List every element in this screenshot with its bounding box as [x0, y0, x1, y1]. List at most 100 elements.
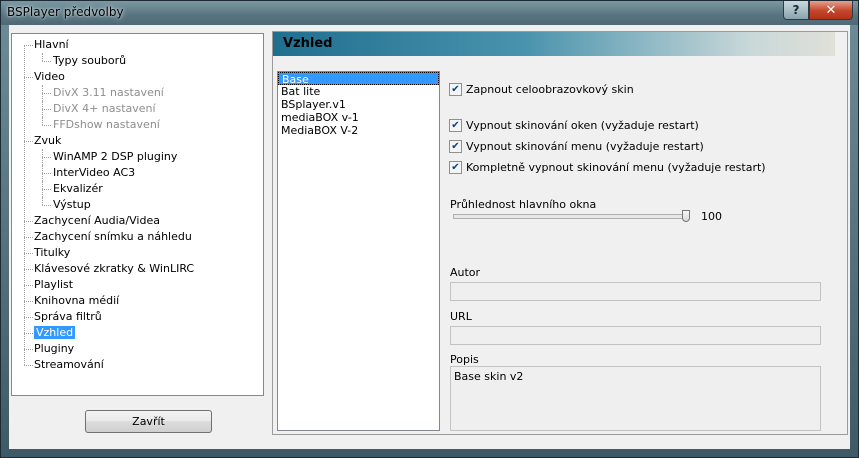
tree-connector-line: [42, 101, 43, 117]
tree-item-label: Titulky: [34, 246, 71, 259]
transparency-slider-track[interactable]: [453, 214, 688, 219]
tree-item[interactable]: Knihovna médií: [34, 293, 119, 309]
tree-item[interactable]: Hlavní: [34, 37, 69, 53]
tree-item[interactable]: WinAMP 2 DSP pluginy: [53, 149, 177, 165]
tree-item-label: DivX 3.11 nastavení: [53, 86, 164, 99]
tree-item[interactable]: Výstup: [53, 197, 91, 213]
skin-list[interactable]: Base Bat lite BSplayer.v1 mediaBOX v-1 Media…: [277, 71, 440, 431]
help-button[interactable]: ?: [783, 1, 809, 20]
skin-list-item[interactable]: MediaBOX V-2: [278, 124, 439, 137]
tree-item[interactable]: DivX 3.11 nastavení: [53, 85, 164, 101]
tree-connector-line: [42, 53, 43, 61]
tree-item-label: Zvuk: [34, 134, 62, 147]
skin-list-item[interactable]: Base: [278, 72, 439, 86]
tree-item-label: Zachycení Audia/Videa: [34, 214, 160, 227]
checkbox-check-icon: ✔: [449, 82, 462, 96]
skin-list-item[interactable]: BSplayer.v1: [278, 98, 439, 111]
disable-menu-full-checkbox[interactable]: ✔ Kompletně vypnout skinování menu (vyža…: [449, 159, 766, 175]
section-title: Vzhled: [273, 32, 835, 56]
tree-item-label: Klávesové zkratky & WinLIRC: [34, 262, 195, 275]
close-icon: ✕: [825, 2, 837, 18]
author-field: [450, 282, 821, 301]
tree-item-label: Playlist: [34, 278, 74, 291]
tree-item[interactable]: Video: [34, 69, 65, 85]
tree-item[interactable]: Správa filtrů: [34, 309, 102, 325]
tree-item-label: Video: [34, 70, 65, 83]
window-title: BSPlayer předvolby: [7, 5, 124, 19]
tree-item[interactable]: DivX 4+ nastavení: [53, 101, 156, 117]
tree-item[interactable]: FFDshow nastavení: [53, 117, 160, 133]
tree-connector-line: [24, 349, 33, 350]
url-field: [450, 326, 821, 345]
tree-connector-line: [24, 221, 33, 222]
tree-connector-line: [42, 149, 43, 165]
tree-item[interactable]: Typy souborů: [53, 53, 126, 69]
tree-item[interactable]: Vzhled: [34, 325, 76, 341]
description-memo: Base skin v2: [450, 366, 821, 431]
tree-item[interactable]: Zachycení Audia/Videa: [34, 213, 160, 229]
tree-item-label: InterVideo AC3: [53, 166, 136, 179]
tree-item[interactable]: Pluginy: [34, 341, 74, 357]
tree-connector-line: [24, 141, 33, 142]
tree-item[interactable]: Titulky: [34, 245, 70, 261]
dialog-client: Hlavní Typy souborů Video DivX 3.11 nastave…: [9, 25, 850, 449]
tree-connector-line: [24, 285, 33, 286]
tree-item-label: Hlavní: [34, 38, 69, 51]
tree-item-label: WinAMP 2 DSP pluginy: [53, 150, 178, 163]
settings-tree[interactable]: Hlavní Typy souborů Video DivX 3.11 nastave…: [11, 33, 264, 396]
tree-connector-line: [42, 125, 51, 126]
tree-connector-line: [42, 117, 43, 125]
tree-item[interactable]: Streamování: [34, 357, 104, 373]
tree-item[interactable]: Klávesové zkratky & WinLIRC: [34, 261, 194, 277]
tree-item-label: Výstup: [53, 198, 91, 211]
tree-item-label: Pluginy: [34, 342, 75, 355]
preferences-window: BSPlayer předvolby ? ✕ Hlavní Typy soubor…: [0, 0, 859, 458]
disable-menu-skin-checkbox[interactable]: ✔ Vypnout skinování menu (vyžaduje resta…: [449, 138, 704, 154]
tree-connector-line: [42, 189, 51, 190]
close-button[interactable]: Zavřít: [85, 410, 212, 433]
title-bar[interactable]: BSPlayer předvolby ? ✕: [1, 1, 858, 25]
url-label: URL: [450, 310, 472, 323]
tree-connector-line: [42, 165, 43, 181]
tree-item-label: Zachycení snímku a náhledu: [34, 230, 192, 243]
tree-item[interactable]: Zachycení snímku a náhledu: [34, 229, 192, 245]
tree-item-label: Vzhled: [34, 326, 76, 339]
tree-connector-line: [24, 365, 33, 366]
tree-connector-line: [42, 109, 51, 110]
transparency-slider-thumb[interactable]: [682, 210, 690, 222]
author-label: Autor: [450, 266, 481, 279]
fullscreen-skin-checkbox[interactable]: ✔ Zapnout celoobrazovkový skin: [449, 81, 634, 97]
tree-item[interactable]: InterVideo AC3: [53, 165, 135, 181]
checkbox-check-icon: ✔: [449, 118, 462, 132]
checkbox-label: Kompletně vypnout skinování menu (vyžadu…: [466, 160, 766, 174]
tree-item[interactable]: Zvuk: [34, 133, 61, 149]
description-label: Popis: [450, 353, 479, 366]
tree-connector-line: [24, 237, 33, 238]
tree-item-label: Typy souborů: [53, 54, 127, 67]
tree-item-label: Streamování: [34, 358, 104, 371]
checkbox-label: Vypnout skinování menu (vyžaduje restart…: [466, 139, 704, 153]
tree-connector-line: [24, 77, 33, 78]
tree-connector-line: [42, 85, 43, 101]
tree-connector-line: [24, 317, 33, 318]
tree-connector-line: [42, 157, 51, 158]
tree-connector-line: [42, 61, 51, 62]
appearance-panel: Vzhled Base Bat lite BSplayer.v1 mediaBOX v…: [272, 31, 848, 435]
tree-connector-line: [42, 205, 51, 206]
tree-item[interactable]: Ekvalizér: [53, 181, 103, 197]
tree-item-label: DivX 4+ nastavení: [53, 102, 156, 115]
tree-item[interactable]: Playlist: [34, 277, 73, 293]
skin-list-item[interactable]: mediaBOX v-1: [278, 111, 439, 124]
transparency-label: Průhlednost hlavního okna: [450, 198, 597, 211]
tree-connector-line: [42, 93, 51, 94]
tree-connector-line: [42, 173, 51, 174]
disable-window-skin-checkbox[interactable]: ✔ Vypnout skinování oken (vyžaduje resta…: [449, 117, 699, 133]
skin-list-item[interactable]: Bat lite: [278, 85, 439, 98]
tree-item-label: Správa filtrů: [34, 310, 102, 323]
tree-connector-line: [42, 197, 43, 205]
tree-connector-line: [24, 333, 33, 334]
tree-connector-line: [42, 181, 43, 197]
tree-connector-line: [24, 253, 33, 254]
tree-item-label: Ekvalizér: [53, 182, 103, 195]
close-window-button[interactable]: ✕: [809, 1, 853, 20]
